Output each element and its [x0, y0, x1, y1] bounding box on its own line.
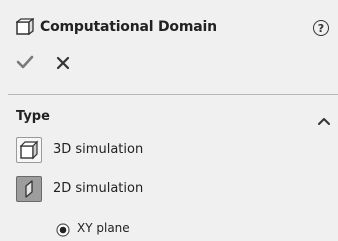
close-icon [56, 56, 70, 70]
option-label-2d: 2D simulation [53, 181, 144, 196]
plane-2d-icon [16, 176, 42, 202]
type-section-title: Type [16, 109, 50, 124]
help-icon[interactable]: ? [313, 20, 329, 36]
option-2d-simulation[interactable]: 2D simulation [16, 176, 216, 204]
computational-domain-icon [15, 17, 35, 36]
xy-plane-label: XY plane [77, 221, 130, 235]
option-label-3d: 3D simulation [53, 142, 144, 157]
ok-button[interactable] [16, 54, 36, 74]
panel-title: Computational Domain [40, 19, 217, 35]
panel-header: Computational Domain ? [0, 0, 338, 44]
checkmark-icon [16, 55, 34, 69]
cancel-button[interactable] [56, 55, 74, 73]
chevron-up-icon[interactable] [317, 111, 331, 125]
option-3d-simulation[interactable]: 3D simulation [16, 137, 216, 165]
help-icon-glyph: ? [317, 21, 325, 35]
section-divider [8, 94, 338, 95]
cube-3d-icon [16, 137, 42, 163]
xy-plane-radio[interactable]: XY plane [56, 220, 206, 240]
radio-selected-icon [56, 222, 70, 237]
